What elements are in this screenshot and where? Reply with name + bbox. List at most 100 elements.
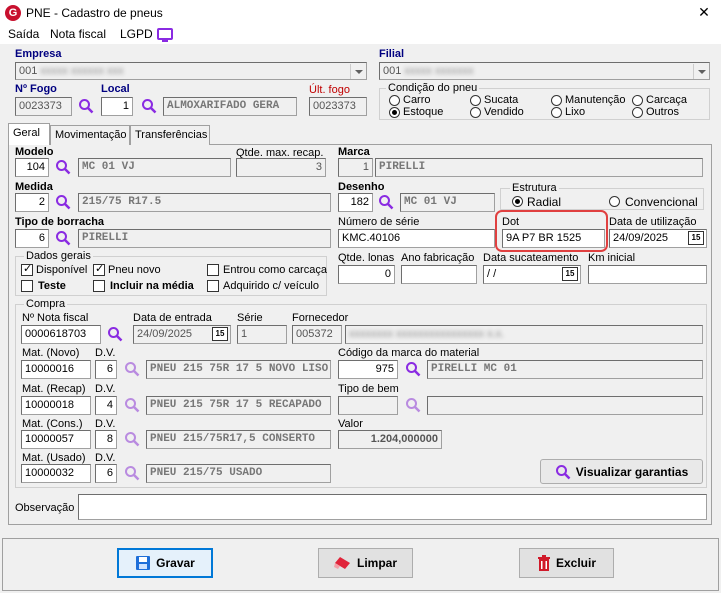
desenho-name-field: MC 01 VJ bbox=[400, 193, 495, 212]
check-entrou-carcaca[interactable] bbox=[207, 264, 219, 276]
mat-usado-label: Mat. (Usado) bbox=[22, 452, 86, 464]
limpar-button[interactable]: Limpar bbox=[318, 548, 413, 578]
empresa-label: Empresa bbox=[15, 48, 62, 60]
radio-carcaca[interactable] bbox=[632, 95, 643, 106]
check-adquirido-veiculo[interactable] bbox=[207, 280, 219, 292]
serie-label: Série bbox=[237, 312, 263, 324]
valor-label: Valor bbox=[338, 418, 363, 430]
excluir-button[interactable]: Excluir bbox=[519, 548, 614, 578]
radio-outros[interactable] bbox=[632, 107, 643, 118]
filial-combo[interactable]: 001 xxxxx xxxxxxx bbox=[379, 62, 710, 80]
fogo-field[interactable]: 0023373 bbox=[15, 97, 72, 116]
cod-marca-code-field[interactable]: 975 bbox=[338, 360, 398, 379]
check-disponivel[interactable] bbox=[21, 262, 33, 276]
qtde-lonas-field[interactable]: 0 bbox=[338, 265, 395, 284]
search-icon[interactable] bbox=[55, 159, 71, 175]
numero-serie-label: Número de série bbox=[338, 216, 420, 228]
modelo-name-field: MC 01 VJ bbox=[78, 158, 231, 177]
menu-nota-fiscal[interactable]: Nota fiscal bbox=[50, 27, 106, 41]
trash-icon bbox=[537, 555, 550, 571]
visualizar-garantias-button[interactable]: Visualizar garantias bbox=[540, 459, 703, 484]
radio-lixo[interactable] bbox=[551, 107, 562, 118]
search-icon[interactable] bbox=[405, 361, 421, 377]
mat-recap-dv-field[interactable]: 4 bbox=[95, 396, 117, 415]
modelo-label: Modelo bbox=[15, 146, 54, 158]
search-icon[interactable] bbox=[405, 397, 421, 413]
chevron-down-icon[interactable] bbox=[350, 64, 365, 79]
local-label: Local bbox=[101, 83, 130, 95]
search-icon[interactable] bbox=[107, 326, 123, 342]
mat-usado-dv-field[interactable]: 6 bbox=[95, 464, 117, 483]
check-incluir-media-label: Incluir na média bbox=[110, 280, 194, 292]
calendar-icon[interactable]: 15 bbox=[562, 267, 578, 281]
chevron-down-icon[interactable] bbox=[693, 64, 708, 79]
search-icon[interactable] bbox=[124, 465, 140, 481]
check-disponivel-label: Disponível bbox=[36, 264, 88, 276]
local-code-field[interactable]: 1 bbox=[101, 97, 133, 116]
data-utilizacao-value: 24/09/2025 bbox=[613, 232, 669, 244]
search-icon[interactable] bbox=[78, 98, 94, 114]
search-icon[interactable] bbox=[124, 397, 140, 413]
tab-geral[interactable]: Geral bbox=[8, 123, 50, 145]
check-teste[interactable] bbox=[21, 280, 33, 292]
condicao-title: Condição do pneu bbox=[386, 82, 480, 94]
radio-radial[interactable] bbox=[512, 196, 523, 207]
modelo-code-field[interactable]: 104 bbox=[15, 158, 49, 177]
fogo-label: Nº Fogo bbox=[15, 83, 57, 95]
calendar-icon[interactable]: 15 bbox=[688, 231, 704, 245]
data-sucateamento-label: Data sucateamento bbox=[483, 252, 579, 264]
tipo-bem-code-field bbox=[338, 396, 398, 415]
radio-radial-label: Radial bbox=[527, 195, 562, 209]
close-icon[interactable]: ✕ bbox=[693, 3, 715, 21]
radio-convencional[interactable] bbox=[609, 196, 620, 207]
search-icon[interactable] bbox=[124, 431, 140, 447]
menu-lgpd[interactable]: LGPD bbox=[120, 27, 153, 41]
check-incluir-media[interactable] bbox=[93, 280, 105, 292]
mat-cons-code-field[interactable]: 10000057 bbox=[21, 430, 91, 449]
compra-title: Compra bbox=[24, 298, 68, 310]
km-inicial-field[interactable] bbox=[588, 265, 707, 284]
mat-recap-code-field[interactable]: 10000018 bbox=[21, 396, 91, 415]
desenho-code-field[interactable]: 182 bbox=[338, 193, 373, 212]
data-entrada-label: Data de entrada bbox=[133, 312, 212, 324]
search-icon[interactable] bbox=[55, 194, 71, 210]
menu-saida[interactable]: Saída bbox=[8, 27, 39, 41]
tab-movimentacao[interactable]: Movimentação bbox=[50, 125, 130, 145]
radio-carro[interactable] bbox=[389, 95, 400, 106]
check-pneu-novo[interactable] bbox=[93, 262, 105, 276]
radio-carro-label: Carro bbox=[403, 94, 431, 106]
empresa-combo[interactable]: 001 xxxxx xxxxxx xxx bbox=[15, 62, 367, 80]
filial-value: 001 bbox=[383, 65, 402, 77]
mat-usado-code-field[interactable]: 10000032 bbox=[21, 464, 91, 483]
fornecedor-name-blurred: xxxxxxxx xxxxxxxxxxxxxxxx x.x. bbox=[349, 328, 505, 340]
search-icon[interactable] bbox=[141, 98, 157, 114]
radio-vendido[interactable] bbox=[470, 107, 481, 118]
mat-novo-code-field[interactable]: 10000016 bbox=[21, 360, 91, 379]
medida-label: Medida bbox=[15, 181, 53, 193]
search-icon[interactable] bbox=[55, 230, 71, 246]
filial-label: Filial bbox=[379, 48, 405, 60]
calendar-icon[interactable]: 15 bbox=[212, 327, 228, 341]
marca-code-field: 1 bbox=[338, 158, 373, 177]
ano-fabricacao-field[interactable] bbox=[401, 265, 477, 284]
nf-label: Nº Nota fiscal bbox=[22, 312, 89, 324]
radio-manutencao[interactable] bbox=[551, 95, 562, 106]
radio-estoque-label: Estoque bbox=[403, 106, 444, 118]
radio-sucata[interactable] bbox=[470, 95, 481, 106]
observacao-field[interactable] bbox=[78, 494, 707, 520]
monitor-icon[interactable] bbox=[157, 28, 173, 42]
tab-transferencias[interactable]: Transferências bbox=[130, 125, 210, 145]
eraser-icon bbox=[333, 557, 350, 569]
numero-serie-field[interactable]: KMC.40106 bbox=[338, 229, 495, 248]
gravar-button[interactable]: Gravar bbox=[117, 548, 213, 578]
tipo-borracha-code-field[interactable]: 6 bbox=[15, 229, 49, 248]
search-icon[interactable] bbox=[378, 194, 394, 210]
nf-field[interactable]: 0000618703 bbox=[21, 325, 101, 344]
medida-code-field[interactable]: 2 bbox=[15, 193, 49, 212]
radio-estoque[interactable] bbox=[389, 107, 400, 118]
dv-label: D.V. bbox=[95, 452, 116, 464]
mat-cons-dv-field[interactable]: 8 bbox=[95, 430, 117, 449]
mat-novo-dv-field[interactable]: 6 bbox=[95, 360, 117, 379]
check-entrou-carcaca-label: Entrou como carcaça bbox=[223, 264, 327, 276]
search-icon[interactable] bbox=[124, 361, 140, 377]
